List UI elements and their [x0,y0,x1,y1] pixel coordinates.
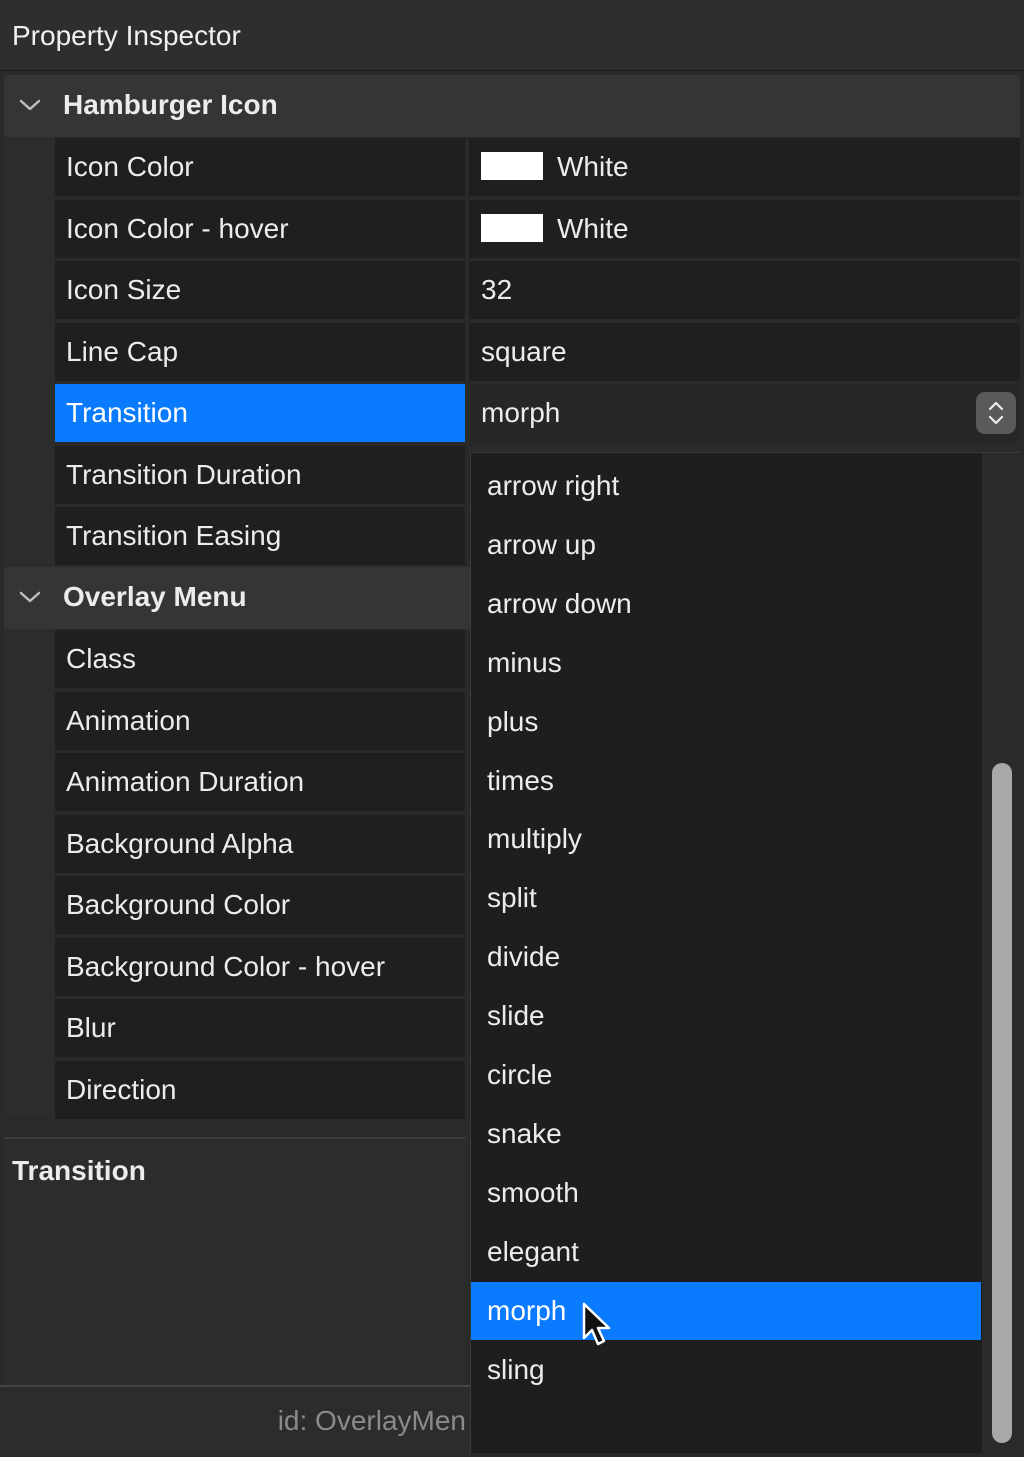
property-row-line-cap[interactable]: Line Cap square [55,323,1020,381]
property-value-icon-size[interactable]: 32 [469,261,1020,319]
transition-dropdown-list[interactable]: arrow right arrow up arrow down minus plus ti… [470,452,1021,1453]
color-value-text: White [557,151,629,182]
dropdown-option-arrow-right[interactable]: arrow right [471,457,981,515]
property-name: Class [55,630,465,688]
property-name: Direction [55,1061,465,1119]
dropdown-option-slide[interactable]: slide [471,987,981,1045]
section-label: Hamburger Icon [63,89,278,120]
dropdown-option-minus[interactable]: minus [471,634,981,692]
element-id-text: id: OverlayMen [277,1405,466,1436]
property-name: Background Color - hover [55,938,465,996]
section-label: Overlay Menu [63,581,247,612]
dropdown-option-split[interactable]: split [471,869,981,927]
scrollbar-thumb[interactable] [992,763,1012,1443]
property-name: Background Color [55,876,465,934]
chevron-down-icon[interactable] [18,93,42,117]
property-name: Icon Size [55,261,465,319]
help-title: Transition [12,1155,146,1186]
property-name: Background Alpha [55,815,465,873]
chevron-updown-icon [988,401,1004,425]
color-value-text: White [557,213,629,244]
dropdown-option-circle[interactable]: circle [471,1046,981,1104]
dropdown-option-snake[interactable]: snake [471,1105,981,1163]
property-name: Icon Color [55,138,465,196]
property-name: Blur [55,999,465,1057]
property-name: Animation [55,692,465,750]
select-value: morph [481,397,561,428]
inspector-titlebar: Property Inspector [0,0,1024,71]
select-stepper-button[interactable] [976,392,1016,434]
property-row-transition[interactable]: Transition morph [55,384,1020,442]
dropdown-option-smooth[interactable]: smooth [471,1164,981,1222]
property-name: Icon Color - hover [55,200,465,258]
property-name: Line Cap [55,323,465,381]
property-value-icon-color[interactable]: White [469,138,1020,196]
chevron-down-icon[interactable] [18,585,42,609]
property-name: Transition Easing [55,507,465,565]
property-row-icon-color[interactable]: Icon Color White [55,138,1020,196]
dropdown-option-plus[interactable]: plus [471,693,981,751]
transition-select[interactable]: morph [469,384,1020,442]
section-hamburger-icon[interactable]: Hamburger Icon [4,75,1020,137]
property-value-line-cap[interactable]: square [469,323,1020,381]
dropdown-option-multiply[interactable]: multiply [471,810,981,868]
color-swatch[interactable] [481,213,543,242]
property-name: Transition Duration [55,446,465,504]
dropdown-option-times[interactable]: times [471,752,981,810]
dropdown-option-sling[interactable]: sling [471,1341,981,1399]
dropdown-option-arrow-up[interactable]: arrow up [471,516,981,574]
property-value-icon-color-hover[interactable]: White [469,200,1020,258]
property-name: Animation Duration [55,753,465,811]
panel-title: Property Inspector [12,20,241,51]
dropdown-option-arrow-down[interactable]: arrow down [471,575,981,633]
help-panel: Transition [4,1137,466,1385]
property-name: Transition [55,384,465,442]
dropdown-option-elegant[interactable]: elegant [471,1223,981,1281]
property-row-icon-color-hover[interactable]: Icon Color - hover White [55,200,1020,258]
dropdown-option-morph[interactable]: morph [471,1281,981,1340]
footer-bar: id: OverlayMen [0,1385,470,1457]
property-row-icon-size[interactable]: Icon Size 32 [55,261,1020,319]
dropdown-option-divide[interactable]: divide [471,928,981,986]
mouse-cursor-icon [582,1302,611,1346]
dropdown-scrollbar[interactable] [982,453,1021,1453]
color-swatch[interactable] [481,151,543,180]
